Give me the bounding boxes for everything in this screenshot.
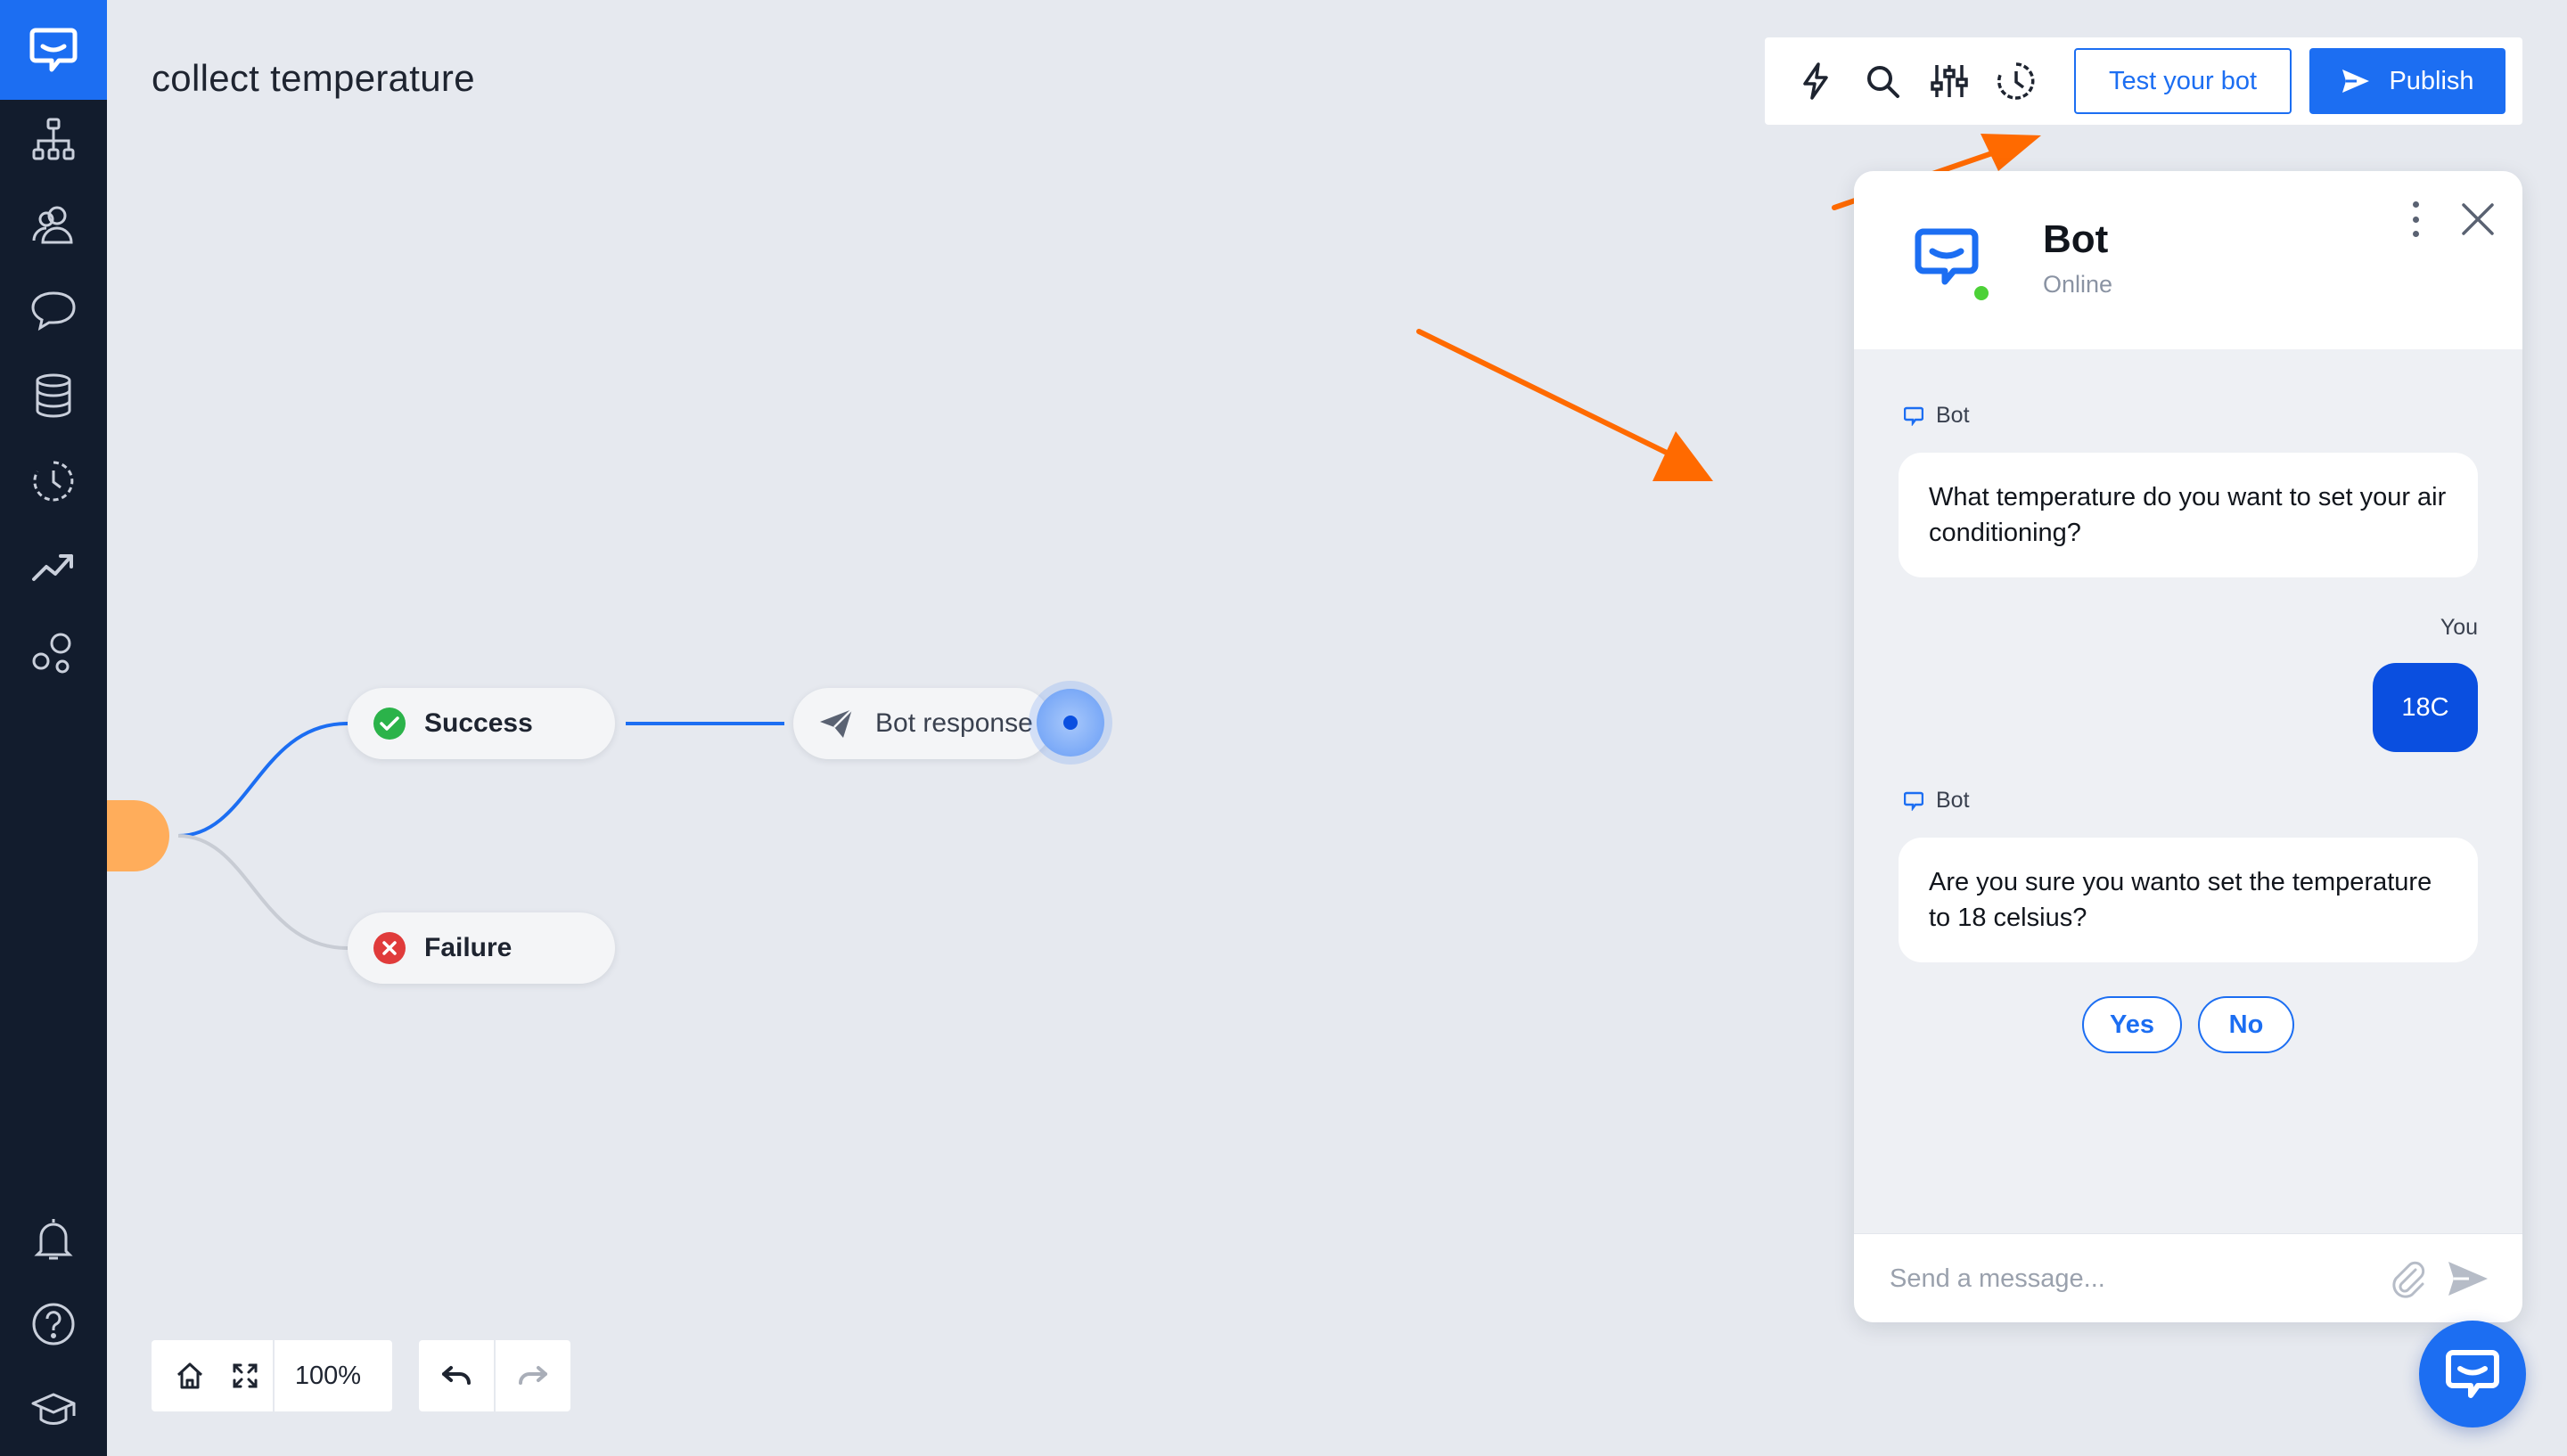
bot-message-bubble: Are you sure you wanto set the temperatu… [1899, 838, 2478, 962]
sender-name: Bot [1936, 788, 1970, 813]
chat-input-bar [1854, 1233, 2522, 1322]
zoom-level[interactable]: 100% [275, 1340, 381, 1411]
send-icon[interactable] [2446, 1259, 2490, 1298]
bot-response-label: Bot response [875, 708, 1033, 738]
bot-avatar [1915, 226, 1991, 303]
check-icon [373, 708, 406, 740]
bot-response-node[interactable]: Bot response [793, 688, 1052, 759]
success-node[interactable]: Success [348, 688, 615, 759]
chat-header: Bot Online [1854, 171, 2522, 349]
bot-message-bubble: What temperature do you want to set your… [1899, 453, 2478, 577]
sender-name: Bot [1936, 403, 1970, 428]
chat-widget-icon [2446, 1350, 2499, 1398]
failure-node[interactable]: Failure [348, 912, 615, 984]
user-sender-name: You [2440, 615, 2478, 640]
message-sender: Bot [1904, 788, 1970, 814]
open-chat-button[interactable] [2419, 1321, 2526, 1427]
paper-plane-icon [820, 708, 853, 738]
failure-label: Failure [424, 933, 513, 962]
bot-mini-icon [1904, 791, 1923, 811]
history-controls [419, 1340, 570, 1411]
node-output-handle[interactable] [1029, 681, 1112, 765]
attachment-icon[interactable] [2389, 1257, 2428, 1300]
canvas-view-controls: 100% [152, 1340, 392, 1411]
failure-connector [177, 834, 349, 950]
annotation-arrowhead-to-test [1981, 134, 2041, 171]
annotation-arrowhead-to-chat [1653, 431, 1713, 481]
chat-bot-name: Bot [2043, 217, 2109, 261]
chat-bot-status: Online [2043, 271, 2113, 298]
error-icon [373, 932, 406, 964]
annotation-arrow-to-chat [1416, 329, 1677, 459]
success-connector [177, 722, 349, 838]
quick-reply-no[interactable]: No [2198, 996, 2294, 1053]
home-icon[interactable] [162, 1340, 217, 1411]
message-sender: Bot [1904, 403, 1970, 429]
message-input[interactable] [1890, 1259, 2371, 1298]
fit-screen-icon[interactable] [217, 1340, 273, 1411]
redo-icon[interactable] [496, 1340, 570, 1411]
chat-widget: Bot Online Bot What temperature do you w… [1854, 171, 2522, 1322]
bot-mini-icon [1904, 406, 1923, 426]
more-options-icon[interactable] [2405, 198, 2426, 241]
app-window: collect temperature Test your bot Publis… [0, 0, 2567, 1456]
close-icon[interactable] [2456, 198, 2499, 241]
undo-icon[interactable] [419, 1340, 494, 1411]
online-indicator [1972, 283, 1991, 303]
user-message-bubble: 18C [2373, 663, 2478, 752]
livechat-logo-icon [1915, 228, 1979, 285]
quick-reply-yes[interactable]: Yes [2082, 996, 2182, 1053]
success-label: Success [424, 708, 533, 738]
